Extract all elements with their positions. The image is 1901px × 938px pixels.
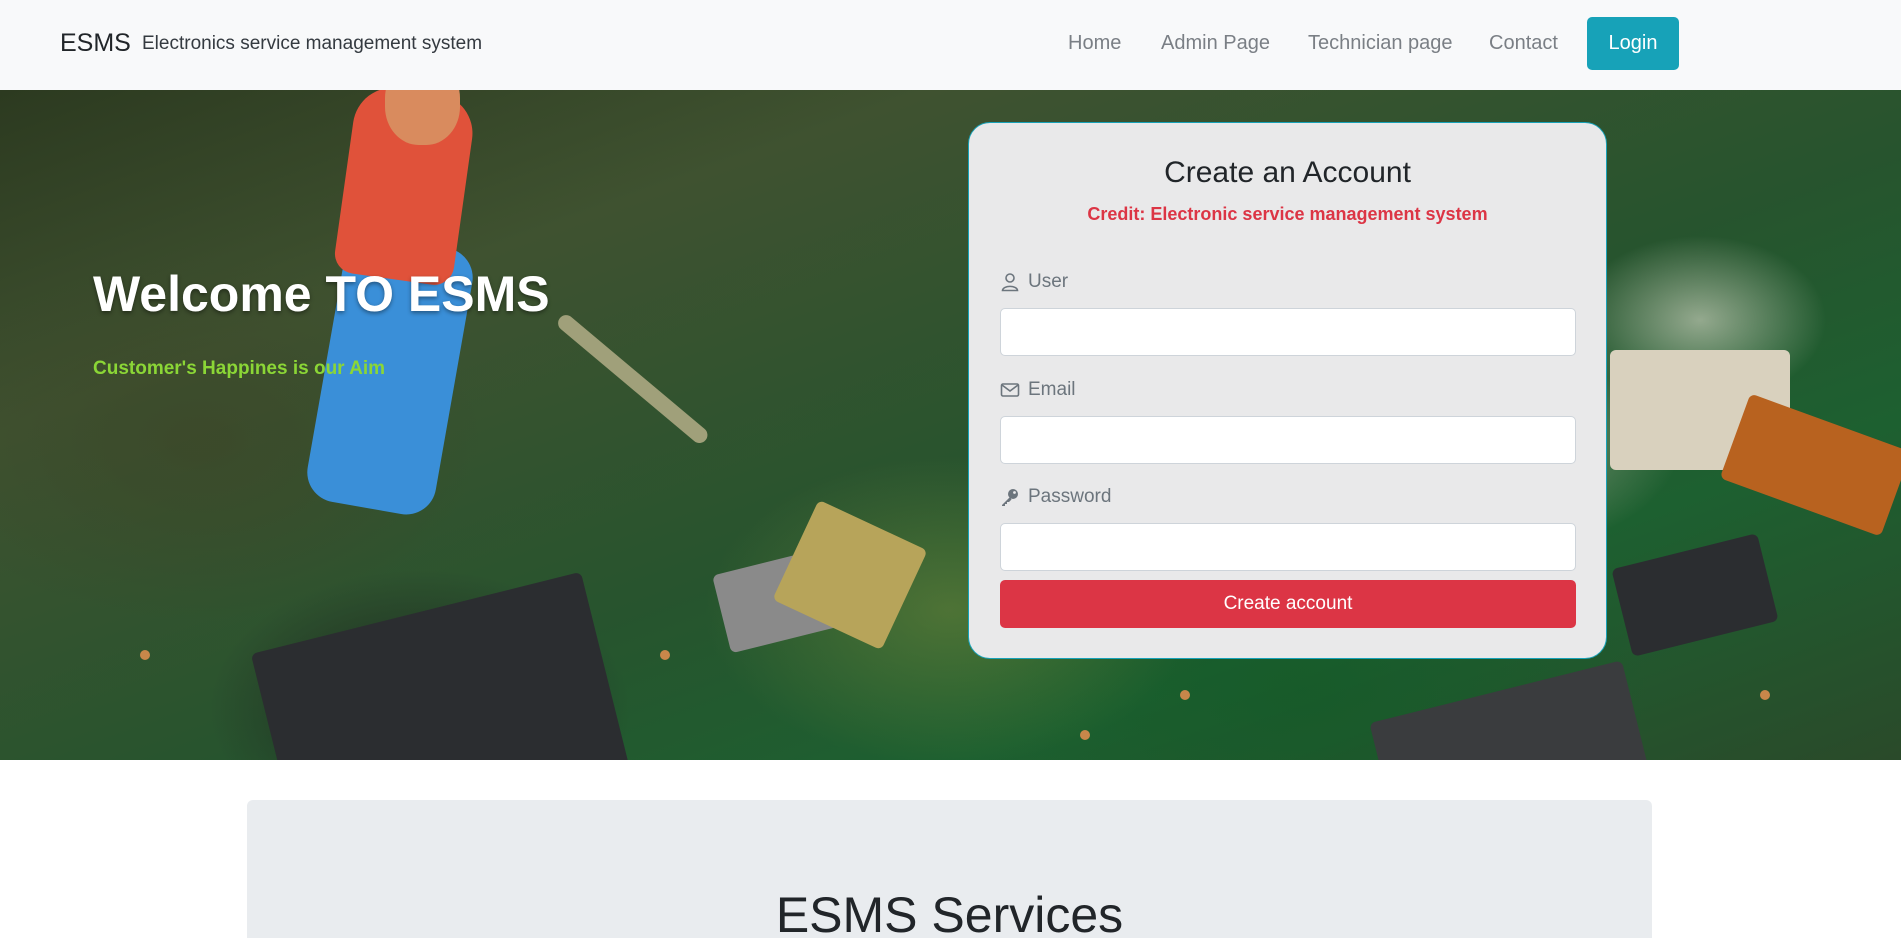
create-account-button[interactable]: Create account [1000, 580, 1576, 628]
services-section: ESMS Services [247, 800, 1652, 938]
solder-dot [660, 650, 670, 660]
password-label-text: Password [1028, 486, 1112, 507]
solder-dot [1180, 690, 1190, 700]
nav-technician-link[interactable]: Technician page [1308, 32, 1453, 55]
password-field-label: Password [1000, 486, 1111, 508]
nav-admin-link[interactable]: Admin Page [1161, 32, 1270, 55]
chip-shape [1369, 660, 1651, 760]
envelope-icon [1000, 383, 1020, 397]
email-label-text: Email [1028, 379, 1076, 400]
hammer-shape [554, 311, 711, 447]
brand-subtitle: Electronics service management system [142, 33, 483, 54]
chip-shape [250, 571, 630, 760]
key-icon [1002, 489, 1018, 506]
user-field-label: User [1000, 271, 1068, 293]
solder-dot [1080, 730, 1090, 740]
services-title: ESMS Services [775, 887, 1124, 938]
nav-home-link[interactable]: Home [1068, 32, 1121, 55]
solder-dot [140, 650, 150, 660]
email-field-label: Email [1000, 379, 1076, 401]
solder-dot [1760, 690, 1770, 700]
ribbon-cable-shape [1719, 393, 1901, 537]
brand-logo[interactable]: ESMS [60, 29, 131, 58]
user-input[interactable] [1000, 308, 1576, 356]
user-label-text: User [1028, 271, 1069, 292]
nav-contact-link[interactable]: Contact [1489, 32, 1558, 55]
form-credit: Credit: Electronic service management sy… [1087, 204, 1488, 224]
chip-shape [1611, 533, 1779, 657]
password-input[interactable] [1000, 523, 1576, 571]
form-title: Create an Account [1164, 156, 1411, 189]
user-icon [1001, 273, 1019, 292]
login-button[interactable]: Login [1587, 17, 1679, 70]
email-input[interactable] [1000, 416, 1576, 464]
hero-tagline: Customer's Happines is our Aim [93, 358, 386, 379]
hero-banner: Welcome TO ESMS Customer's Happines is o… [0, 90, 1901, 760]
create-account-form: Create an Account Credit: Electronic ser… [968, 122, 1607, 659]
hero-title: Welcome TO ESMS [93, 266, 550, 322]
top-navbar: ESMS Electronics service management syst… [0, 0, 1901, 90]
